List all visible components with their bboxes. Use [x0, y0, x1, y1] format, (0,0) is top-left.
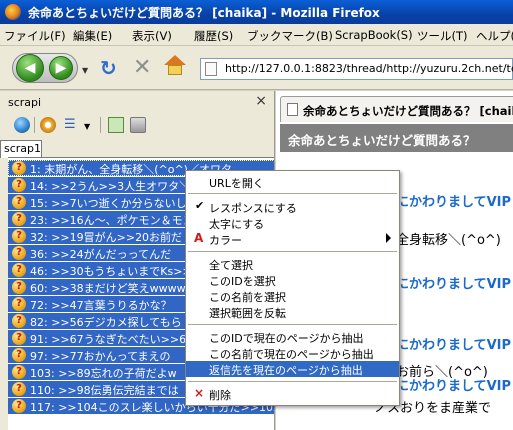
menu-item-extract-replies[interactable]: 返信先を現在のページから抽出	[186, 361, 399, 377]
menu-item-invert-selection[interactable]: 選択範囲を反転	[186, 304, 399, 320]
home-icon[interactable]	[163, 55, 187, 77]
menu-item-open-url[interactable]: URLを開く	[186, 174, 399, 190]
search-icon[interactable]	[40, 117, 56, 133]
new-folder-icon[interactable]	[108, 117, 124, 133]
window-title: 余命あとちょいだけど質問ある？ [chaika] - Mozilla Firef…	[28, 6, 380, 20]
question-icon: ?	[12, 331, 26, 345]
menu-history[interactable]: 履歴(S)	[194, 28, 233, 44]
forward-button[interactable]: ▶	[49, 56, 73, 80]
list-view-icon[interactable]: ☰	[64, 117, 80, 133]
page-icon	[287, 103, 298, 116]
menu-item-bold[interactable]: 太字にする	[186, 215, 399, 231]
post-header: にかわりましてVIP	[396, 195, 512, 210]
menu-item-select-name[interactable]: この名前を選択	[186, 288, 399, 304]
menu-item-extract-by-name[interactable]: この名前で現在のページから抽出	[186, 345, 399, 361]
chevron-down-icon[interactable]: ▼	[84, 122, 100, 138]
menu-item-extract-by-id[interactable]: このIDで現在のページから抽出	[186, 329, 399, 345]
toolbar-separator	[100, 117, 101, 133]
thread-title: 余命あとちょいだけど質問ある？	[288, 133, 476, 148]
submenu-arrow-icon	[386, 233, 391, 243]
url-text: http://127.0.0.1:8823/thread/http://yuzu…	[225, 62, 513, 75]
menu-separator	[188, 193, 397, 194]
question-icon: ?	[12, 246, 26, 260]
sidebar-title: scrapi	[8, 96, 42, 109]
question-icon: ?	[12, 399, 26, 413]
firefox-logo-icon	[5, 4, 21, 20]
reload-icon[interactable]: ↻	[100, 56, 117, 80]
menu-bar: ファイル(F) 編集(E) 表示(V) 履歴(S) ブックマーク(B) Scra…	[0, 24, 513, 46]
question-icon: ?	[12, 297, 26, 311]
context-menu: URLを開く ✔ レスポンスにする 太字にする A カラー 全て選択 このIDを選択…	[185, 170, 400, 406]
menu-tools[interactable]: ツール(T)	[417, 28, 468, 44]
tab-thread[interactable]: 余命あとちょいだけど質問ある？ [chaika]	[280, 96, 513, 122]
sidebar-toolbar: ☰ ▼	[0, 113, 274, 138]
menu-help[interactable]: ヘルプ(H)	[476, 28, 513, 44]
navigation-toolbar: ◀ ▶ ▼ ↻ ✕ http://127.0.0.1:8823/thread/h…	[0, 46, 513, 90]
question-icon: ?	[12, 314, 26, 328]
back-forward-group: ◀ ▶	[12, 53, 78, 83]
question-icon: ?	[12, 263, 26, 277]
globe-icon[interactable]	[14, 117, 30, 133]
stop-icon[interactable]: ✕	[133, 55, 151, 80]
menu-item-select-all[interactable]: 全て選択	[186, 256, 399, 272]
sidebar-close-icon[interactable]: ×	[255, 93, 267, 109]
question-icon: ?	[12, 382, 26, 396]
check-icon: ✔	[195, 199, 205, 212]
menu-separator	[188, 251, 397, 252]
page-icon	[205, 62, 217, 76]
menu-edit[interactable]: 編集(E)	[73, 28, 112, 44]
menu-file[interactable]: ファイル(F)	[4, 28, 66, 44]
history-dropdown-icon[interactable]: ▼	[82, 66, 88, 75]
tab-scrap1[interactable]: scrap1	[0, 140, 42, 158]
delete-icon: ×	[194, 386, 205, 400]
question-icon: ?	[12, 365, 26, 379]
question-icon: ?	[12, 229, 26, 243]
menu-view[interactable]: 表示(V)	[132, 28, 172, 44]
post-header: にかわりましてVIP	[396, 277, 512, 292]
sidebar-header: scrapi ×	[0, 91, 274, 113]
question-icon: ?	[12, 212, 26, 226]
menu-item-delete[interactable]: × 削除	[186, 386, 399, 402]
menu-item-select-id[interactable]: このIDを選択	[186, 272, 399, 288]
thread-header: 余命あとちょいだけど質問ある？	[280, 124, 513, 152]
back-button[interactable]: ◀	[16, 54, 44, 82]
color-a-icon: A	[194, 231, 204, 245]
question-icon: ?	[12, 348, 26, 362]
title-bar: 余命あとちょいだけど質問ある？ [chaika] - Mozilla Firef…	[0, 0, 513, 24]
menu-item-make-response[interactable]: ✔ レスポンスにする	[186, 199, 399, 215]
post-header: にかわりましてVIP	[396, 379, 512, 394]
question-icon: ?	[12, 178, 26, 192]
url-bar[interactable]: http://127.0.0.1:8823/thread/http://yuzu…	[200, 58, 513, 80]
question-icon: ?	[12, 195, 26, 209]
menu-separator	[188, 324, 397, 325]
menu-scrapbook[interactable]: ScrapBook(S)	[335, 28, 413, 42]
menu-item-color[interactable]: A カラー	[186, 231, 399, 247]
question-icon: ?	[12, 280, 26, 294]
trash-icon[interactable]	[130, 117, 146, 133]
tab-title: 余命あとちょいだけど質問ある？ [chaika]	[303, 104, 513, 118]
post-header: にかわりましてVIP	[396, 338, 512, 353]
menu-separator	[188, 381, 397, 382]
question-icon: ?	[12, 161, 26, 175]
menu-bookmarks[interactable]: ブックマーク(B)	[247, 28, 333, 44]
toolbar-separator	[34, 117, 35, 133]
post-body: 全身転移＼(^o^)	[396, 233, 501, 248]
